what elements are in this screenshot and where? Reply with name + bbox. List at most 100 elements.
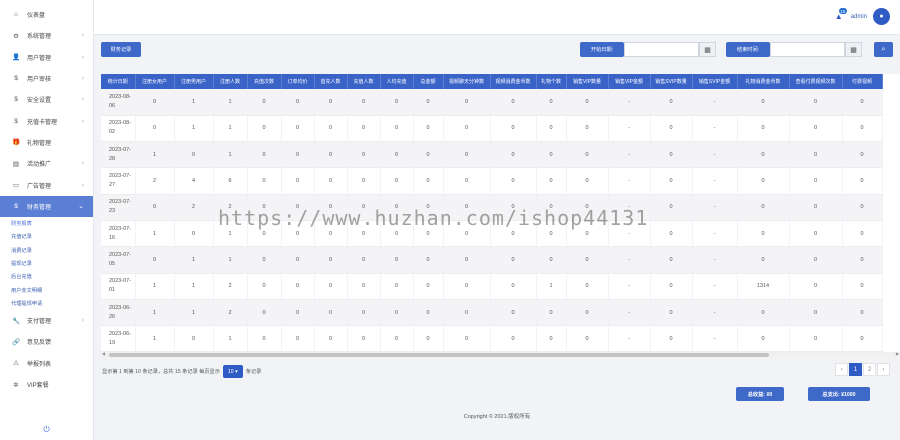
table-cell: 0 — [380, 141, 414, 169]
sidebar-subitem[interactable]: 后台充值 — [0, 270, 93, 283]
chevron-right-icon: › — [81, 96, 84, 104]
notification-bell[interactable]: ▲ 15 — [835, 8, 847, 21]
table-cell: 0 — [281, 299, 315, 327]
sidebar-subitem[interactable]: 用户赤文明细 — [0, 283, 93, 296]
start-date-input[interactable] — [624, 42, 699, 57]
sidebar-item-label: VIP套餐 — [27, 383, 49, 390]
sidebar-item[interactable]: 🔗 意见反馈 — [0, 331, 93, 352]
table-cell: 0 — [650, 115, 693, 143]
calendar-icon[interactable]: ▦ — [699, 42, 716, 57]
table-cell: 0 — [650, 89, 693, 116]
user-menu[interactable]: ▲ 15 admin ● — [835, 8, 890, 25]
power-icon[interactable]: ⏻ — [0, 425, 93, 435]
table-cell: - — [608, 89, 651, 116]
sidebar-item[interactable]: $ 财务管理 ⌄ — [0, 195, 93, 217]
sidebar-item[interactable]: ▭ 广告管理 › — [0, 174, 93, 195]
prev-page-button[interactable]: ‹ — [835, 363, 848, 376]
table-cell: 1 — [213, 115, 248, 143]
table-cell: 0 — [135, 89, 175, 116]
search-button[interactable]: ⌕ — [874, 42, 893, 57]
column-header[interactable]: 充值人数 — [347, 74, 381, 89]
table-cell: 0 — [536, 299, 567, 327]
column-header[interactable]: 订单均价 — [281, 74, 315, 89]
table-cell: 1 — [213, 141, 248, 169]
user-icon: 👤 — [11, 54, 21, 62]
sidebar-item[interactable]: 🎁 礼物管理 — [0, 132, 93, 153]
column-header[interactable]: 销售SVIP数量 — [650, 74, 693, 89]
chevron-right-icon: › — [81, 53, 84, 61]
table-row: 2023-07-28 1 0 1 0 0 0 0 0 0 0 0 0 0-0-0 0 0 — [101, 141, 883, 169]
column-header[interactable]: 注册男用户 — [174, 74, 214, 89]
date-cell: 2023-07-23 — [101, 194, 136, 221]
page-2-button[interactable]: 2 — [863, 363, 876, 376]
column-header[interactable]: 视频消费金币数 — [490, 74, 537, 89]
sidebar-item[interactable]: 🔧 支付管理 › — [0, 310, 93, 331]
column-header[interactable]: 人均充值 — [380, 74, 414, 89]
column-header[interactable]: 充值次数 — [247, 74, 282, 89]
sidebar-item[interactable]: 👤 用户管理 › — [0, 47, 93, 68]
sidebar-item-label: 用户管理 — [27, 55, 52, 62]
sidebar-item[interactable]: ⚠ 举报列表 — [0, 353, 93, 374]
sidebar-item[interactable]: ✲ VIP套餐 — [0, 374, 93, 395]
table-cell: 0 — [566, 89, 609, 116]
column-header[interactable]: 注册人数 — [213, 74, 248, 89]
table-cell: - — [692, 167, 738, 195]
avatar-icon[interactable]: ● — [873, 8, 890, 25]
column-header[interactable]: 注册女用户 — [135, 74, 175, 89]
table-cell: - — [608, 141, 651, 169]
table-cell: 1 — [174, 246, 214, 274]
table-cell: 0 — [842, 325, 883, 352]
column-header[interactable]: 统计日期 — [101, 74, 136, 89]
table-cell: 2 — [213, 299, 248, 327]
table-cell: 0 — [842, 246, 883, 274]
per-page-select[interactable]: 10 ▾ — [222, 365, 243, 378]
horizontal-scrollbar[interactable]: ◀ ▶ — [101, 351, 900, 357]
sidebar-subitem[interactable]: 财务报表 — [0, 217, 93, 230]
page-1-button[interactable]: 1 — [849, 363, 862, 376]
column-header[interactable]: 视频聊天分钟数 — [443, 74, 491, 89]
sidebar-item[interactable]: ▤ 活动推广 › — [0, 153, 93, 174]
next-page-button[interactable]: › — [877, 363, 890, 376]
column-header[interactable]: 销售SVIP金额 — [692, 74, 738, 89]
column-header[interactable]: 首充人数 — [314, 74, 348, 89]
scrollbar-thumb[interactable] — [109, 352, 769, 357]
column-header[interactable]: 礼物消费金币数 — [737, 74, 790, 89]
table-cell: 0 — [174, 220, 214, 248]
table-cell: 0 — [347, 246, 381, 274]
sidebar-subitem[interactable]: 提现记录 — [0, 257, 93, 270]
calendar-icon[interactable]: ▦ — [845, 42, 862, 57]
finance-record-button[interactable]: 财务记录 — [101, 42, 141, 57]
sidebar-subitem[interactable]: 充值记录 — [0, 230, 93, 243]
column-header[interactable]: 总金额 — [413, 74, 444, 89]
sidebar-item[interactable]: $ 安全设置 › — [0, 89, 93, 110]
column-header[interactable]: 查看付费视频次数 — [789, 74, 843, 89]
table-cell: 0 — [314, 141, 348, 169]
sidebar-item-label: 安全设置 — [27, 98, 52, 105]
table-row: 2023-08-02 0 1 1 0 0 0 0 0 0 0 0 0 0-0-0 0 0 — [101, 115, 883, 143]
table-cell: 0 — [566, 167, 609, 195]
username[interactable]: admin — [851, 14, 867, 20]
table-cell: 0 — [247, 299, 282, 327]
scroll-right-icon[interactable]: ▶ — [896, 351, 899, 356]
column-header[interactable]: 销售VIP金额 — [608, 74, 651, 89]
sidebar-subitem[interactable]: 消费记录 — [0, 244, 93, 257]
table-cell: - — [608, 167, 651, 195]
sidebar-item[interactable]: ⌂ 仪表盘 — [0, 4, 93, 25]
table-cell: 0 — [737, 141, 790, 169]
table-cell: 0 — [281, 325, 315, 352]
scroll-left-icon[interactable]: ◀ — [102, 351, 105, 356]
table-cell: 0 — [281, 273, 315, 300]
sidebar-item[interactable]: ⚙ 系统管理 › — [0, 25, 93, 46]
sidebar-subitem[interactable]: 代理提现申请 — [0, 297, 93, 310]
sidebar-item-label: 举报列表 — [27, 361, 52, 368]
end-date-input[interactable] — [770, 42, 845, 57]
watermark-text: https://www.huzhan.com/ishop44131 — [218, 206, 649, 230]
column-header[interactable]: 礼物个数 — [536, 74, 567, 89]
sidebar-item[interactable]: $ 充值卡管理 › — [0, 110, 93, 131]
table-cell: 0 — [380, 115, 414, 143]
sidebar-item[interactable]: $ 用户审核 › — [0, 68, 93, 89]
sidebar-item-label: 活动推广 — [27, 162, 52, 169]
table-cell: 1 — [213, 246, 248, 274]
column-header[interactable]: 销售VIP数量 — [566, 74, 609, 89]
column-header[interactable]: 付费视频 — [842, 74, 883, 89]
